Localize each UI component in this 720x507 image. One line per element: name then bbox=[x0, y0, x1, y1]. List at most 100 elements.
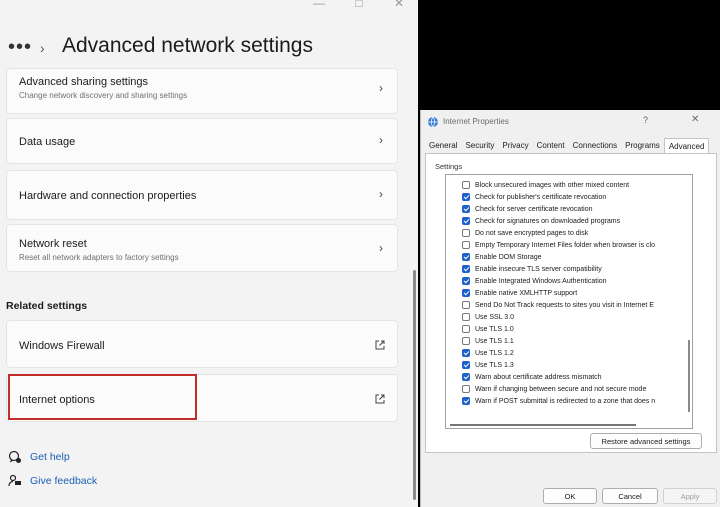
option-warn-secure-mode-change[interactable]: Warn if changing between secure and not … bbox=[462, 385, 646, 393]
option-warn-cert-mismatch[interactable]: Warn about certificate address mismatch bbox=[462, 373, 602, 381]
minimize-button[interactable]: — bbox=[312, 0, 326, 10]
checkbox[interactable] bbox=[462, 337, 470, 345]
card-title: Windows Firewall bbox=[19, 340, 105, 352]
data-usage-card[interactable]: Data usage › bbox=[6, 118, 398, 164]
option-check-signatures[interactable]: Check for signatures on downloaded progr… bbox=[462, 217, 620, 225]
ok-button[interactable]: OK bbox=[543, 488, 597, 504]
apply-button[interactable]: Apply bbox=[663, 488, 717, 504]
settings-window: — □ ✕ ••• › Advanced network settings Ad… bbox=[0, 0, 418, 507]
internet-properties-dialog: Internet Properties ? ✕ General Security… bbox=[420, 110, 720, 507]
highlight-box bbox=[8, 374, 197, 420]
option-label: Enable Integrated Windows Authentication bbox=[475, 277, 607, 285]
checkbox[interactable] bbox=[462, 349, 470, 357]
checkbox[interactable] bbox=[462, 397, 470, 405]
checkbox[interactable] bbox=[462, 385, 470, 393]
option-label: Send Do Not Track requests to sites you … bbox=[475, 301, 654, 309]
option-label: Empty Temporary Internet Files folder wh… bbox=[475, 241, 655, 249]
tab-connections[interactable]: Connections bbox=[569, 138, 621, 154]
advanced-sharing-settings-card[interactable]: Advanced sharing settings Change network… bbox=[6, 68, 398, 114]
window-controls: — □ ✕ bbox=[312, 0, 406, 10]
card-title: Advanced sharing settings bbox=[19, 76, 149, 88]
option-use-tls-1-1[interactable]: Use TLS 1.1 bbox=[462, 337, 514, 345]
checkbox[interactable] bbox=[462, 373, 470, 381]
help-chat-icon bbox=[8, 450, 21, 463]
network-reset-card[interactable]: Network reset Reset all network adapters… bbox=[6, 224, 398, 272]
tab-security[interactable]: Security bbox=[461, 138, 498, 154]
restore-advanced-settings-button[interactable]: Restore advanced settings bbox=[590, 433, 702, 449]
option-label: Use TLS 1.0 bbox=[475, 325, 514, 333]
option-label: Use SSL 3.0 bbox=[475, 313, 515, 321]
windows-firewall-card[interactable]: Windows Firewall bbox=[6, 320, 398, 368]
option-label: Warn if changing between secure and not … bbox=[475, 385, 647, 393]
checkbox[interactable] bbox=[462, 265, 470, 273]
external-link-icon bbox=[375, 394, 385, 404]
help-button[interactable]: ? bbox=[643, 115, 648, 125]
chevron-right-icon: › bbox=[379, 81, 383, 95]
checkbox[interactable] bbox=[462, 289, 470, 297]
option-check-server-cert-revocation[interactable]: Check for server certificate revocation bbox=[462, 205, 593, 213]
checkbox[interactable] bbox=[462, 181, 470, 189]
checkbox[interactable] bbox=[462, 313, 470, 321]
internet-globe-icon bbox=[428, 116, 438, 128]
option-enable-dom-storage[interactable]: Enable DOM Storage bbox=[462, 253, 542, 261]
option-label: Enable insecure TLS server compatibility bbox=[475, 265, 602, 273]
checkbox[interactable] bbox=[462, 301, 470, 309]
get-help-link[interactable]: Get help bbox=[8, 450, 70, 464]
checkbox[interactable] bbox=[462, 241, 470, 249]
option-use-tls-1-2[interactable]: Use TLS 1.2 bbox=[462, 349, 514, 357]
tab-content[interactable]: Content bbox=[533, 138, 569, 154]
scrollbar[interactable] bbox=[413, 270, 416, 500]
give-feedback-label: Give feedback bbox=[30, 475, 98, 487]
option-do-not-save-encrypted[interactable]: Do not save encrypted pages to disk bbox=[462, 229, 588, 237]
option-enable-insecure-tls[interactable]: Enable insecure TLS server compatibility bbox=[462, 265, 602, 273]
option-label: Warn if POST submittal is redirected to … bbox=[475, 397, 656, 405]
breadcrumb-chevron-icon: › bbox=[40, 40, 45, 56]
close-button[interactable]: ✕ bbox=[392, 0, 406, 10]
tab-programs[interactable]: Programs bbox=[621, 138, 664, 154]
card-subtitle: Reset all network adapters to factory se… bbox=[19, 253, 179, 262]
checkbox[interactable] bbox=[462, 277, 470, 285]
card-title: Hardware and connection properties bbox=[19, 190, 197, 202]
option-empty-temp-files[interactable]: Empty Temporary Internet Files folder wh… bbox=[462, 241, 655, 249]
option-label: Check for publisher's certificate revoca… bbox=[475, 193, 607, 201]
option-check-publisher-cert-revocation[interactable]: Check for publisher's certificate revoca… bbox=[462, 193, 606, 201]
tab-privacy[interactable]: Privacy bbox=[498, 138, 532, 154]
option-use-ssl-3-0[interactable]: Use SSL 3.0 bbox=[462, 313, 514, 321]
checkbox[interactable] bbox=[462, 205, 470, 213]
checkbox[interactable] bbox=[462, 325, 470, 333]
external-link-icon bbox=[375, 340, 385, 350]
checkbox[interactable] bbox=[462, 253, 470, 261]
option-enable-integrated-windows-auth[interactable]: Enable Integrated Windows Authentication bbox=[462, 277, 607, 285]
option-warn-post-redirect[interactable]: Warn if POST submittal is redirected to … bbox=[462, 397, 655, 405]
option-label: Use TLS 1.1 bbox=[475, 337, 514, 345]
option-use-tls-1-0[interactable]: Use TLS 1.0 bbox=[462, 325, 514, 333]
chevron-right-icon: › bbox=[379, 241, 383, 255]
maximize-button[interactable]: □ bbox=[352, 0, 366, 10]
advanced-settings-list[interactable]: Block unsecured images with other mixed … bbox=[445, 174, 693, 429]
vertical-scrollbar[interactable] bbox=[688, 340, 690, 412]
breadcrumb-more-button[interactable]: ••• bbox=[8, 36, 32, 59]
page-title: Advanced network settings bbox=[62, 34, 313, 57]
option-label: Use TLS 1.3 bbox=[475, 361, 514, 369]
get-help-label: Get help bbox=[30, 451, 70, 463]
option-use-tls-1-3[interactable]: Use TLS 1.3 bbox=[462, 361, 514, 369]
checkbox[interactable] bbox=[462, 229, 470, 237]
dialog-close-button[interactable]: ✕ bbox=[691, 114, 699, 125]
option-block-unsecured-images[interactable]: Block unsecured images with other mixed … bbox=[462, 181, 629, 189]
card-title: Data usage bbox=[19, 136, 76, 148]
checkbox[interactable] bbox=[462, 361, 470, 369]
option-send-do-not-track[interactable]: Send Do Not Track requests to sites you … bbox=[462, 301, 654, 309]
checkbox[interactable] bbox=[462, 217, 470, 225]
tab-advanced[interactable]: Advanced bbox=[663, 138, 710, 154]
horizontal-scrollbar[interactable] bbox=[450, 424, 636, 426]
hardware-connection-properties-card[interactable]: Hardware and connection properties › bbox=[6, 170, 398, 220]
give-feedback-link[interactable]: Give feedback bbox=[8, 474, 97, 488]
option-enable-native-xmlhttp[interactable]: Enable native XMLHTTP support bbox=[462, 289, 577, 297]
tab-general[interactable]: General bbox=[425, 138, 461, 154]
dialog-title: Internet Properties bbox=[443, 117, 509, 126]
chevron-right-icon: › bbox=[379, 133, 383, 147]
tab-strip: General Security Privacy Content Connect… bbox=[425, 138, 710, 154]
checkbox[interactable] bbox=[462, 193, 470, 201]
option-label: Do not save encrypted pages to disk bbox=[475, 229, 589, 237]
cancel-button[interactable]: Cancel bbox=[602, 488, 658, 504]
